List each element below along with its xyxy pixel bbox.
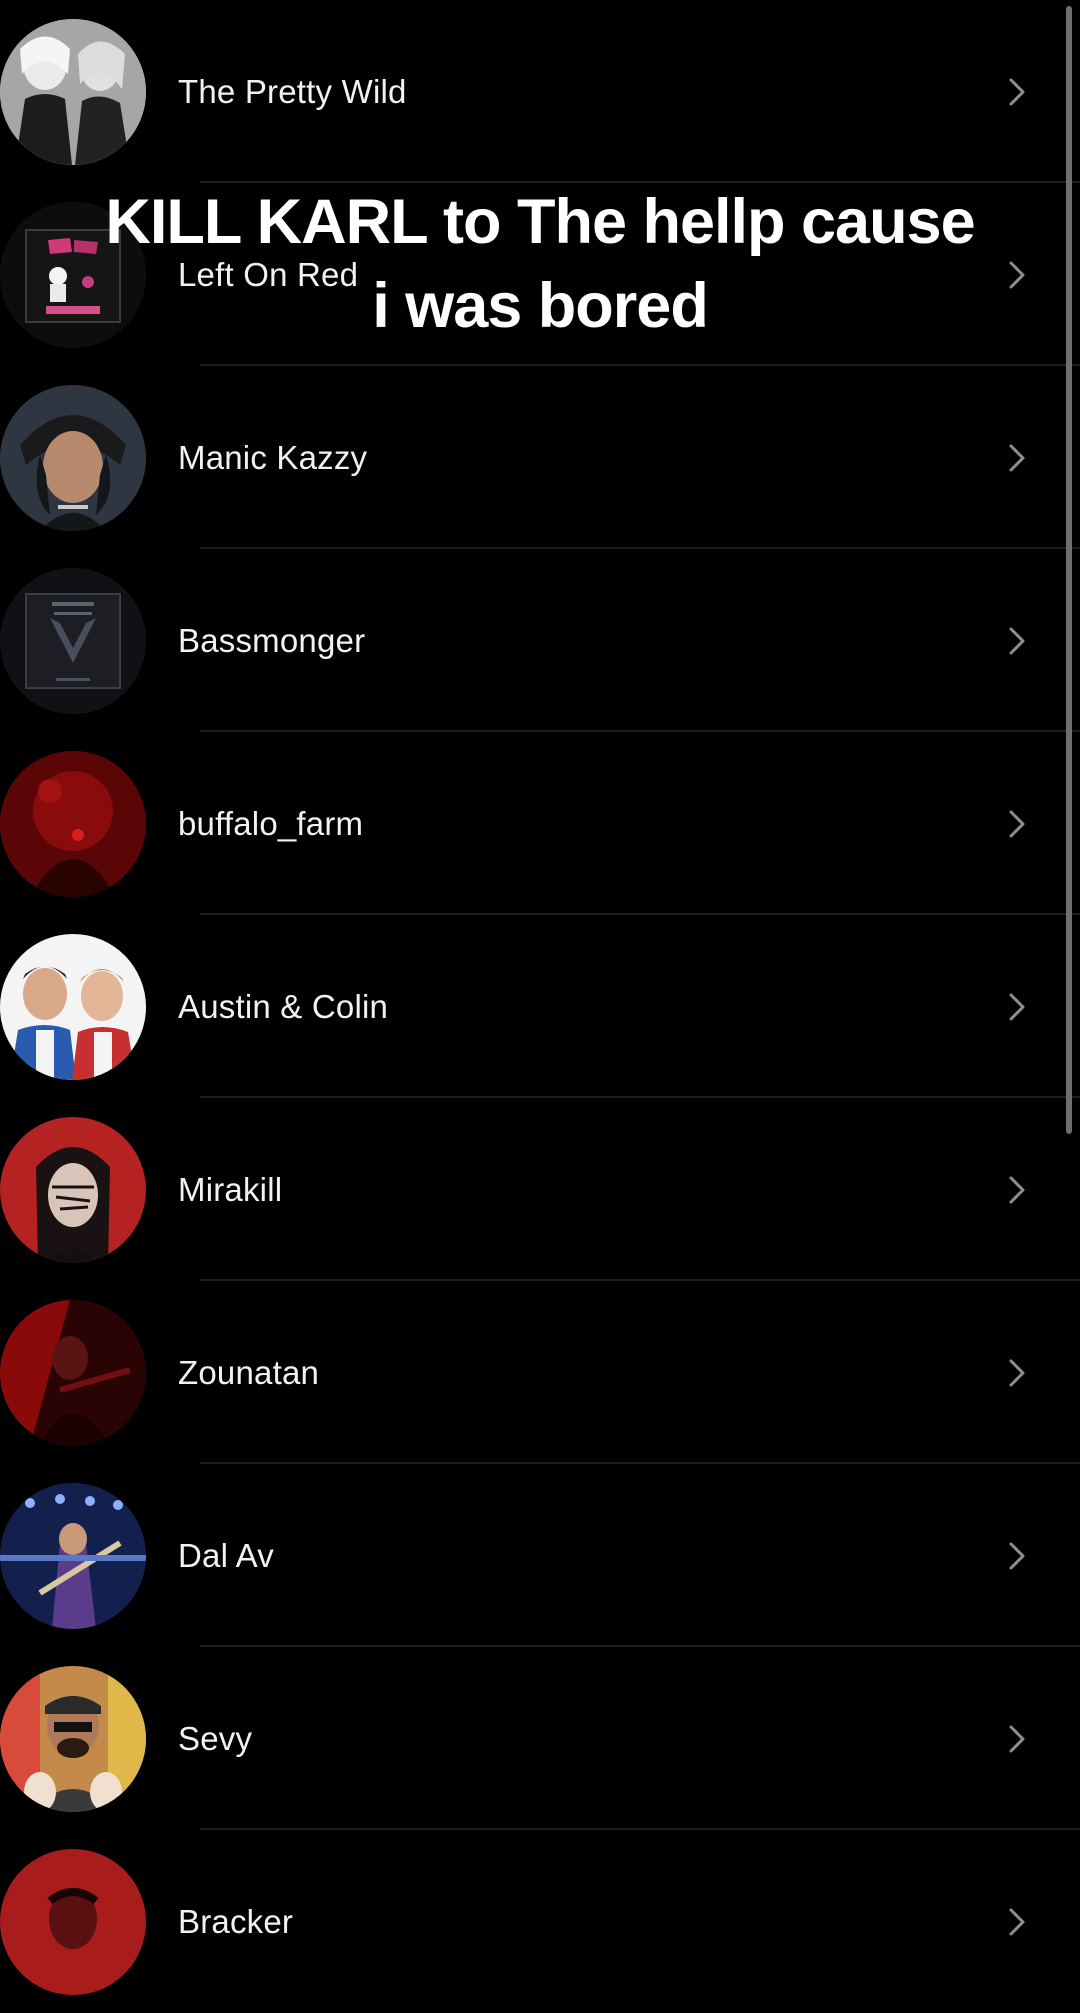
list-item[interactable]: Dal Av <box>0 1464 1080 1647</box>
avatar <box>0 385 146 531</box>
list-item[interactable]: Zounatan <box>0 1281 1080 1464</box>
avatar <box>0 1483 146 1629</box>
chevron-right-icon <box>1003 807 1031 841</box>
artist-name: Manic Kazzy <box>178 439 368 476</box>
list-item[interactable]: buffalo_farm <box>0 732 1080 915</box>
artist-name: Bracker <box>178 1903 294 1940</box>
avatar <box>0 1300 146 1446</box>
chevron-right-icon <box>1003 624 1031 658</box>
list-item[interactable]: Austin & Colin <box>0 915 1080 1098</box>
chevron-right-icon <box>1003 1173 1031 1207</box>
artist-name: The Pretty Wild <box>178 73 407 110</box>
chevron-right-icon <box>1003 441 1031 475</box>
avatar <box>0 1666 146 1812</box>
artist-name: Left On Red <box>178 256 359 293</box>
artist-name: Zounatan <box>178 1354 320 1391</box>
avatar <box>0 568 146 714</box>
list-item[interactable]: Left On Red <box>0 183 1080 366</box>
artist-name: Bassmonger <box>178 622 366 659</box>
chevron-right-icon <box>1003 1356 1031 1390</box>
avatar <box>0 1849 146 1995</box>
chevron-right-icon <box>1003 1722 1031 1756</box>
scrollbar[interactable] <box>1066 6 1072 1134</box>
list-item[interactable]: Bracker <box>0 1830 1080 2013</box>
chevron-right-icon <box>1003 1905 1031 1939</box>
list-item[interactable]: The Pretty Wild <box>0 0 1080 183</box>
avatar <box>0 202 146 348</box>
list-item[interactable]: Sevy <box>0 1647 1080 1830</box>
avatar <box>0 19 146 165</box>
avatar <box>0 934 146 1080</box>
artist-name: Austin & Colin <box>178 988 389 1025</box>
chevron-right-icon <box>1003 75 1031 109</box>
chevron-right-icon <box>1003 990 1031 1024</box>
list-item[interactable]: Mirakill <box>0 1098 1080 1281</box>
avatar <box>0 1117 146 1263</box>
avatar <box>0 751 146 897</box>
artist-name: Sevy <box>178 1720 253 1757</box>
chevron-right-icon <box>1003 258 1031 292</box>
artist-name: buffalo_farm <box>178 805 364 842</box>
artist-name: Mirakill <box>178 1171 283 1208</box>
artist-name: Dal Av <box>178 1537 274 1574</box>
chevron-right-icon <box>1003 1539 1031 1573</box>
list-item[interactable]: Bassmonger <box>0 549 1080 732</box>
list-item[interactable]: Manic Kazzy <box>0 366 1080 549</box>
